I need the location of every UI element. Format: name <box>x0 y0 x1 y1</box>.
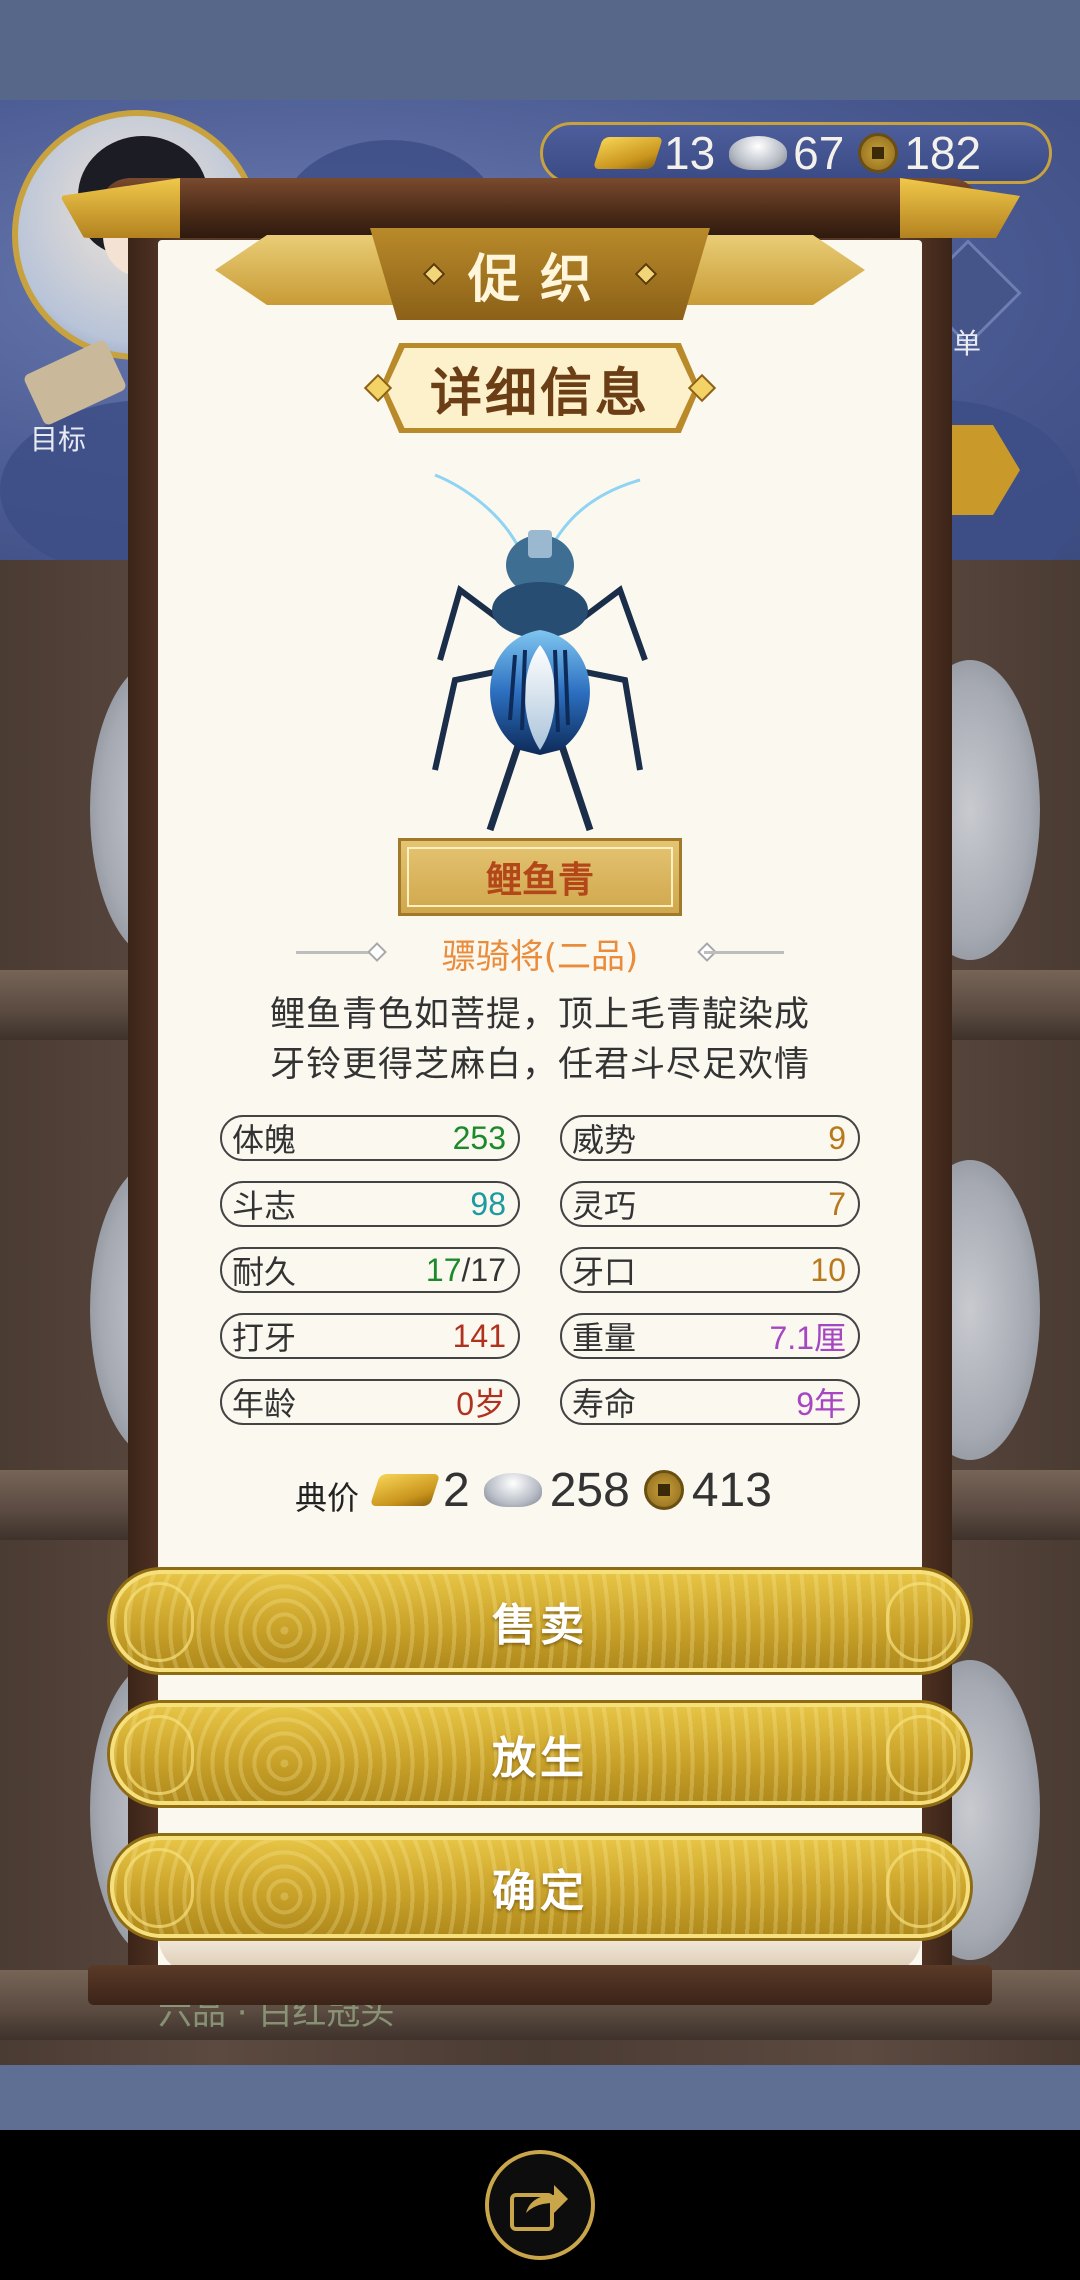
cricket-description: 鲤鱼青色如菩提，顶上毛青靛染成 牙铃更得芝麻白，任君斗尽足欢情 <box>200 990 880 1090</box>
stat-label: 威势 <box>572 1121 637 1159</box>
gold-bar-icon <box>592 137 664 169</box>
stat-bite: 牙口 10 <box>560 1247 860 1293</box>
button-ornament <box>124 1582 194 1662</box>
stat-age: 年龄 0岁 <box>220 1379 520 1425</box>
price-silver: 258 <box>549 1463 630 1517</box>
sell-button-label: 售卖 <box>492 1600 588 1651</box>
stat-value: 10 <box>810 1251 846 1288</box>
silver-ingot-icon <box>483 1473 542 1507</box>
subtitle-text: 详细信息 <box>429 363 650 424</box>
coin-count: 182 <box>904 127 982 179</box>
stat-might: 威势 9 <box>560 1115 860 1161</box>
stat-value: 9年 <box>796 1386 846 1422</box>
price-label: 典价 <box>295 1479 360 1517</box>
cricket-rank: 骠骑将(二品) <box>441 936 639 977</box>
cricket-name-plate: 鲤鱼青 <box>398 838 682 916</box>
stat-constitution: 体魄 253 <box>220 1115 520 1161</box>
stat-label: 斗志 <box>232 1187 297 1225</box>
stat-label: 体魄 <box>232 1121 297 1159</box>
subtitle-banner: 详细信息 <box>362 343 718 433</box>
stat-value: 17/17 <box>426 1252 506 1289</box>
currency-bar: 13 67 182 <box>540 122 1052 184</box>
price-gold: 2 <box>443 1463 470 1517</box>
sell-button[interactable]: 售卖 <box>110 1570 970 1672</box>
stat-value: 141 <box>452 1317 506 1354</box>
price-coins: 413 <box>691 1463 772 1517</box>
silver-count: 67 <box>793 127 845 179</box>
stat-lifespan: 寿命 9年 <box>560 1379 860 1425</box>
diamond-icon <box>422 262 446 286</box>
divider <box>704 951 784 954</box>
stat-label: 打牙 <box>232 1319 297 1357</box>
title-plaque: 促织 <box>370 228 710 320</box>
cricket-image <box>432 473 648 832</box>
stat-value: 9 <box>828 1119 846 1156</box>
stat-weight: 重量 7.1厘 <box>560 1313 860 1359</box>
stat-label: 牙口 <box>572 1253 637 1291</box>
stat-label: 灵巧 <box>572 1187 637 1225</box>
gold-bar-icon <box>369 1474 441 1506</box>
stat-label: 寿命 <box>572 1385 637 1423</box>
stat-value: 7 <box>828 1185 846 1222</box>
rank-line: 骠骑将(二品) <box>296 930 784 977</box>
status-area <box>0 0 1080 100</box>
stat-label: 重量 <box>572 1319 637 1357</box>
gold-count: 13 <box>664 127 716 179</box>
share-button[interactable] <box>485 2150 595 2260</box>
stat-value: 253 <box>452 1119 506 1156</box>
diamond-icon <box>634 262 658 286</box>
stat-spirit: 斗志 98 <box>220 1181 520 1227</box>
stat-label: 年龄 <box>232 1385 297 1423</box>
button-ornament <box>124 1848 194 1928</box>
button-ornament <box>886 1848 956 1928</box>
copper-coin-icon <box>643 1470 684 1510</box>
stat-durability: 耐久 17/17 <box>220 1247 520 1293</box>
bottom-bar <box>0 2065 1080 2130</box>
stat-value-max: /17 <box>461 1251 506 1288</box>
release-button-label: 放生 <box>492 1733 588 1784</box>
silver-ingot-icon <box>729 136 788 170</box>
divider <box>296 951 376 954</box>
cricket-name: 鲤鱼青 <box>485 860 594 901</box>
confirm-button-label: 确定 <box>492 1866 588 1917</box>
poem-line: 鲤鱼青色如菩提，顶上毛青靛染成 <box>269 995 810 1035</box>
target-label[interactable]: 目标 <box>30 418 86 458</box>
stat-value: 0岁 <box>456 1386 506 1422</box>
share-icon <box>510 2185 568 2231</box>
stat-agility: 灵巧 7 <box>560 1181 860 1227</box>
scroll-bottom-rod <box>88 1965 992 2005</box>
stat-value: 98 <box>470 1185 506 1222</box>
modal-title: 促织 <box>467 249 612 310</box>
subtitle-box: 详细信息 <box>386 348 694 428</box>
button-ornament <box>124 1715 194 1795</box>
release-button[interactable]: 放生 <box>110 1703 970 1805</box>
stat-fight: 打牙 141 <box>220 1313 520 1359</box>
poem-line: 牙铃更得芝麻白，任君斗尽足欢情 <box>269 1045 810 1085</box>
button-ornament <box>886 1715 956 1795</box>
copper-coin-icon <box>858 133 899 173</box>
stat-label: 耐久 <box>232 1253 297 1291</box>
stat-value: 7.1厘 <box>769 1320 847 1356</box>
confirm-button[interactable]: 确定 <box>110 1836 970 1938</box>
stat-value-current: 17 <box>425 1251 462 1288</box>
button-ornament <box>886 1582 956 1662</box>
stats-grid: 体魄 253 威势 9 斗志 98 灵巧 7 耐久 17/17 牙口 10 打牙… <box>220 1115 860 1425</box>
pawn-price: 典价 2 258 413 <box>295 1455 778 1525</box>
divider-ornament <box>367 942 387 962</box>
